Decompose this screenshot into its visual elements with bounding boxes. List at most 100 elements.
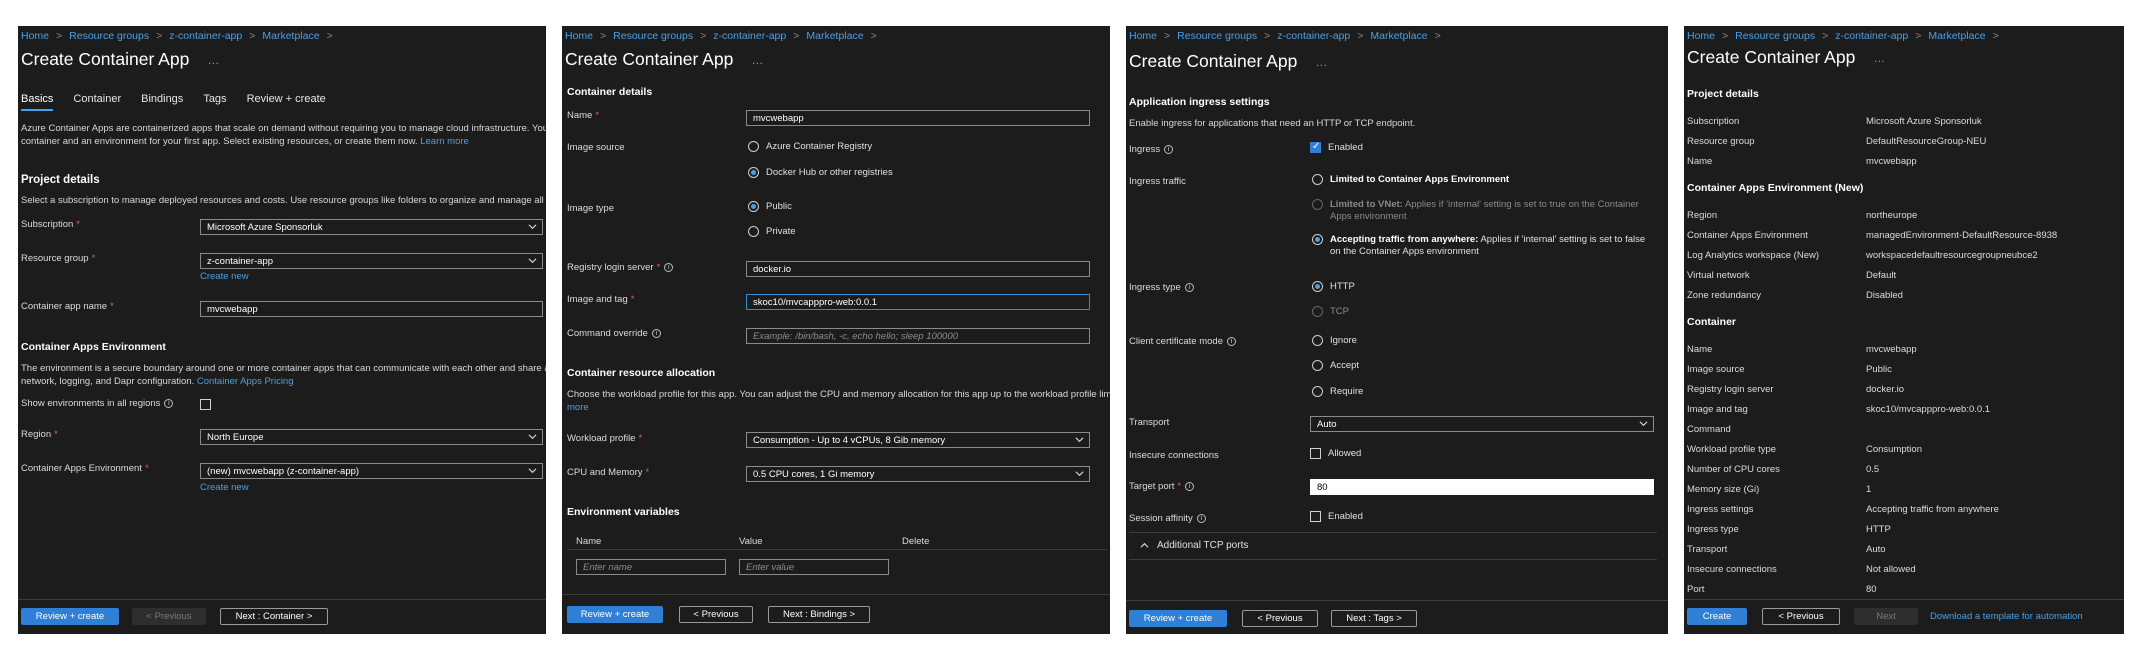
panel-basics: Home > Resource groups > z-container-app > …: [18, 26, 546, 634]
tab-review-create[interactable]: Review + create: [247, 93, 326, 105]
breadcrumb-marketplace[interactable]: Marketplace: [806, 30, 863, 42]
tab-tags[interactable]: Tags: [203, 93, 226, 105]
radio-private[interactable]: Private: [748, 226, 796, 237]
panel-container: Home > Resource groups > z-container-app > …: [562, 26, 1110, 634]
env-desc: The environment is a secure boundary aro…: [21, 363, 546, 387]
more-options-icon[interactable]: …: [1315, 55, 1327, 69]
image-tag-label: Image and tag *: [567, 294, 635, 305]
cpu-memory-dropdown[interactable]: 0.5 CPU cores, 1 Gi memory: [746, 466, 1090, 482]
transport-dropdown[interactable]: Auto: [1310, 416, 1654, 432]
subscription-label: Subscription *: [21, 219, 80, 230]
ingress-enabled-checkbox[interactable]: Enabled: [1310, 141, 1363, 153]
footer-divider: [1126, 600, 1668, 601]
tab-bindings[interactable]: Bindings: [141, 93, 183, 105]
info-icon: i: [1184, 282, 1194, 292]
radio-tcp[interactable]: TCP: [1312, 306, 1349, 317]
cae-dropdown[interactable]: (new) mvcwebapp (z-container-app): [200, 463, 543, 479]
workload-profile-dropdown[interactable]: Consumption - Up to 4 vCPUs, 8 Gib memor…: [746, 432, 1090, 448]
radio-limited-env[interactable]: Limited to Container Apps Environment: [1312, 174, 1509, 185]
section-divider: [1129, 532, 1657, 533]
table-divider: [567, 549, 1107, 550]
breadcrumb-resource-groups[interactable]: Resource groups: [613, 30, 693, 42]
next-bindings-button[interactable]: Next : Bindings >: [768, 606, 870, 623]
breadcrumb-home[interactable]: Home: [1129, 30, 1157, 42]
radio-anywhere[interactable]: Accepting traffic from anywhere: Applies…: [1312, 234, 1645, 258]
summary-key: Ingress type: [1687, 524, 1739, 535]
breadcrumb-marketplace[interactable]: Marketplace: [262, 30, 319, 42]
breadcrumb-rg[interactable]: z-container-app: [169, 30, 242, 42]
breadcrumb-rg[interactable]: z-container-app: [1835, 30, 1908, 42]
radio-public[interactable]: Public: [748, 201, 792, 212]
more-options-icon[interactable]: …: [1873, 51, 1885, 65]
more-options-icon[interactable]: …: [751, 53, 763, 67]
tab-container[interactable]: Container: [73, 93, 121, 105]
previous-button[interactable]: < Previous: [132, 608, 206, 625]
app-name-label: Container app name *: [21, 301, 114, 312]
chevron-down-icon: [528, 258, 537, 264]
next-tags-button[interactable]: Next : Tags >: [1331, 610, 1417, 627]
radio-cert-accept[interactable]: Accept: [1312, 360, 1359, 371]
app-name-input[interactable]: mvcwebapp: [200, 301, 543, 317]
review-create-button[interactable]: Review + create: [21, 608, 119, 625]
radio-cert-ignore[interactable]: Ignore: [1312, 335, 1357, 346]
breadcrumb-home[interactable]: Home: [565, 30, 593, 42]
breadcrumb-home[interactable]: Home: [21, 30, 49, 42]
download-template-link[interactable]: Download a template for automation: [1930, 611, 2083, 622]
radio-http[interactable]: HTTP: [1312, 281, 1355, 292]
insecure-label: Insecure connections: [1129, 450, 1219, 461]
summary-key: Port: [1687, 584, 1705, 595]
session-affinity-checkbox[interactable]: Enabled: [1310, 511, 1363, 522]
resource-group-dropdown[interactable]: z-container-app: [200, 253, 543, 269]
summary-key: Transport: [1687, 544, 1728, 555]
additional-tcp-ports-toggle[interactable]: Additional TCP ports: [1140, 540, 1248, 551]
radio-docker-hub[interactable]: Docker Hub or other registries: [748, 167, 893, 178]
previous-button[interactable]: < Previous: [1762, 608, 1840, 625]
more-link[interactable]: more: [567, 401, 1110, 414]
breadcrumb-rg[interactable]: z-container-app: [713, 30, 786, 42]
tab-basics[interactable]: Basics: [21, 93, 54, 111]
image-source-label: Image source: [567, 142, 625, 153]
breadcrumb-resource-groups[interactable]: Resource groups: [1177, 30, 1257, 42]
radio-cert-require[interactable]: Require: [1312, 386, 1363, 397]
next-button[interactable]: Next: [1854, 608, 1918, 625]
region-dropdown[interactable]: North Europe: [200, 429, 543, 445]
project-details-heading: Project details: [1687, 88, 1759, 100]
env-name-input[interactable]: Enter name: [576, 559, 726, 575]
resource-allocation-heading: Container resource allocation: [567, 367, 716, 379]
intro-text: Azure Container Apps are containerized a…: [21, 123, 546, 147]
radio-acr[interactable]: Azure Container Registry: [748, 141, 872, 152]
summary-key: Subscription: [1687, 116, 1740, 127]
image-tag-input[interactable]: skoc10/mvcapppro-web:0.0.1: [746, 294, 1090, 310]
target-port-input[interactable]: 80: [1310, 479, 1654, 495]
name-input[interactable]: mvcwebapp: [746, 110, 1090, 126]
panel-ingress: Home > Resource groups > z-container-app > …: [1126, 26, 1668, 634]
summary-value: Accepting traffic from anywhere: [1866, 504, 1999, 515]
previous-button[interactable]: < Previous: [1242, 610, 1318, 627]
command-override-input[interactable]: Example: /bin/bash, -c, echo hello; slee…: [746, 328, 1090, 344]
create-new-env-link[interactable]: Create new: [200, 482, 249, 493]
create-new-rg-link[interactable]: Create new: [200, 271, 249, 282]
learn-more-link[interactable]: Learn more: [420, 136, 469, 147]
more-options-icon[interactable]: …: [207, 53, 219, 67]
breadcrumb-marketplace[interactable]: Marketplace: [1370, 30, 1427, 42]
pricing-link[interactable]: Container Apps Pricing: [197, 376, 294, 387]
review-create-button[interactable]: Review + create: [567, 606, 663, 623]
page-title: Create Container App…: [565, 49, 764, 69]
review-create-button[interactable]: Review + create: [1129, 610, 1227, 627]
env-value-input[interactable]: Enter value: [739, 559, 889, 575]
breadcrumb-rg[interactable]: z-container-app: [1277, 30, 1350, 42]
registry-input[interactable]: docker.io: [746, 261, 1090, 277]
breadcrumb-resource-groups[interactable]: Resource groups: [1735, 30, 1815, 42]
breadcrumb-marketplace[interactable]: Marketplace: [1928, 30, 1985, 42]
transport-label: Transport: [1129, 417, 1170, 428]
breadcrumb-home[interactable]: Home: [1687, 30, 1715, 42]
radio-limited-vnet[interactable]: Limited to VNet: Applies if 'internal' s…: [1312, 199, 1639, 223]
workload-profile-label: Workload profile *: [567, 433, 643, 444]
subscription-dropdown[interactable]: Microsoft Azure Sponsorluk: [200, 219, 543, 235]
show-env-checkbox[interactable]: [200, 396, 218, 414]
insecure-allowed-checkbox[interactable]: Allowed: [1310, 448, 1361, 459]
breadcrumb-resource-groups[interactable]: Resource groups: [69, 30, 149, 42]
create-button[interactable]: Create: [1687, 608, 1747, 625]
next-container-button[interactable]: Next : Container >: [220, 608, 328, 625]
previous-button[interactable]: < Previous: [679, 606, 753, 623]
